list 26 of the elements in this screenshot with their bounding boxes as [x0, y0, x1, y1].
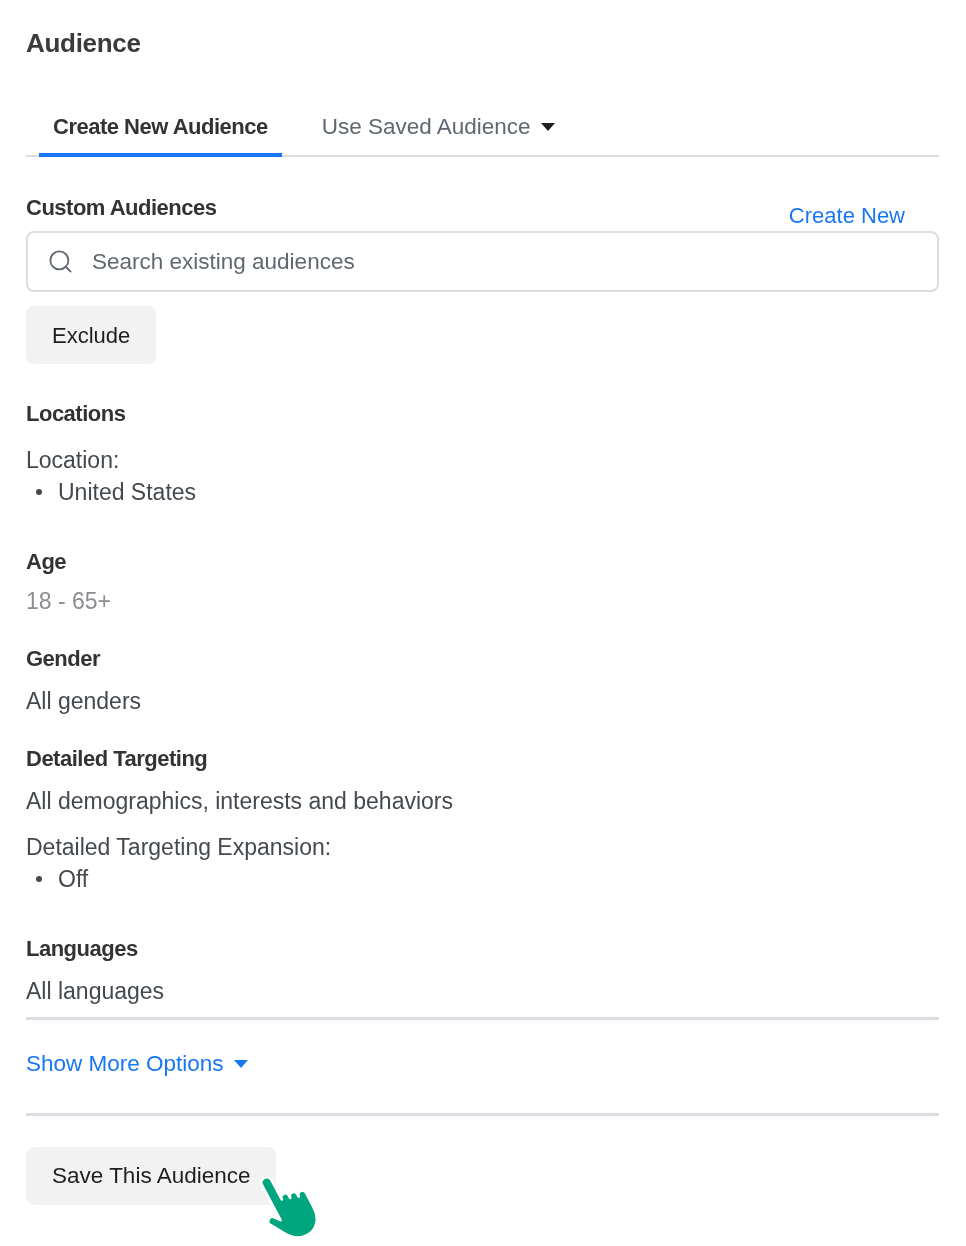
search-field[interactable]: Search existing audiences [26, 231, 939, 292]
search-icon [47, 248, 74, 275]
field-value: All demographics, interests and behaviors [26, 787, 453, 815]
section-heading: Gender [26, 645, 101, 673]
tab[interactable]: Create New Audience [39, 100, 282, 157]
bullet-icon [36, 876, 42, 882]
create-new-link[interactable]: Create New [788, 202, 905, 230]
caret-icon [233, 1060, 248, 1068]
panel-title: Audience [26, 27, 141, 59]
section-heading: Languages [26, 935, 138, 963]
list-item: United States [58, 478, 197, 506]
show-more-options-link[interactable]: Show More Options [26, 1050, 248, 1078]
field-value: 18 - 65+ [26, 587, 112, 615]
field-value: All languages [26, 977, 165, 1005]
list-item: Off [58, 865, 89, 893]
field-label: Location: [26, 446, 120, 474]
bullet-icon [36, 489, 42, 495]
field-value: All genders [26, 687, 142, 715]
section-heading: Custom Audiences [26, 194, 217, 222]
field-label: Detailed Targeting Expansion: [26, 833, 332, 861]
section-heading: Locations [26, 400, 126, 428]
section-heading: Age [26, 548, 67, 576]
save-audience-button[interactable]: Save This Audience [26, 1147, 277, 1205]
section-heading: Detailed Targeting [26, 745, 208, 773]
exclude-button[interactable]: Exclude [26, 306, 157, 364]
tab[interactable]: Use Saved Audience [307, 100, 569, 157]
